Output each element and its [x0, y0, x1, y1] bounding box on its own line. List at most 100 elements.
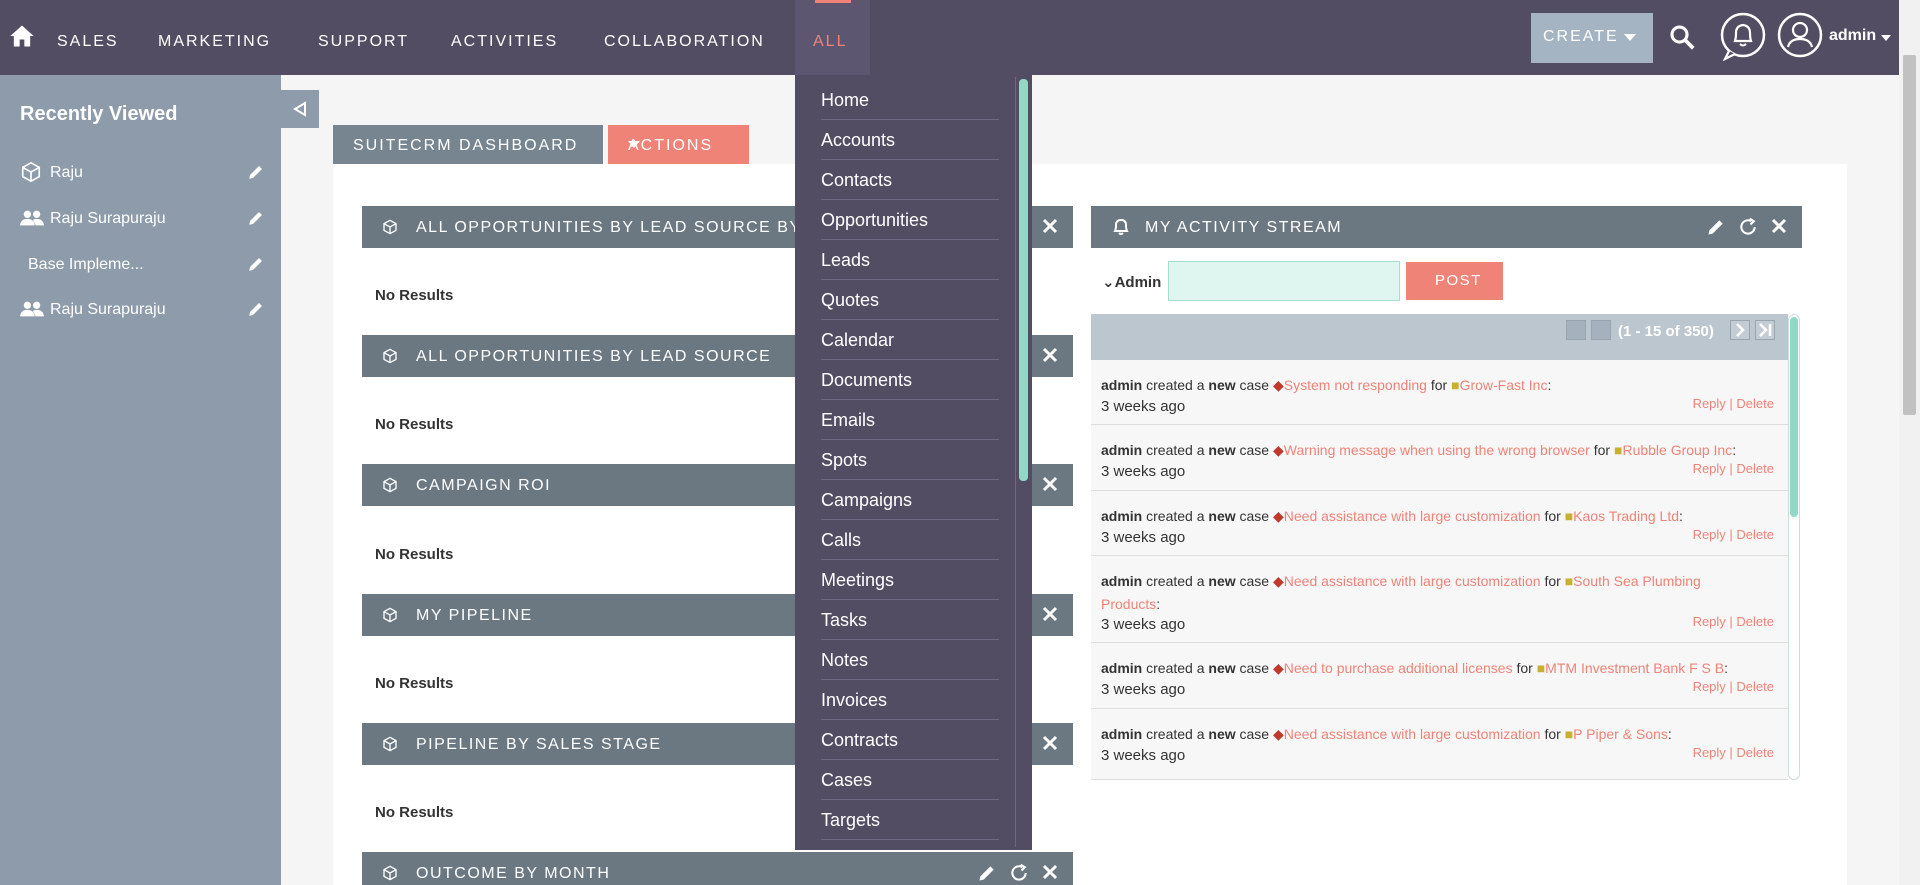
account-link[interactable]: Kaos Trading Ltd	[1573, 508, 1679, 524]
recently-viewed-label[interactable]: Raju	[50, 164, 83, 182]
menu-item-calendar[interactable]: Calendar	[821, 320, 999, 360]
sidebar-collapse-button[interactable]	[281, 90, 319, 128]
page-scrollbar-thumb[interactable]	[1903, 55, 1916, 415]
delete-link[interactable]: Delete	[1736, 679, 1774, 694]
reply-link[interactable]: Reply	[1693, 461, 1726, 476]
activity-user[interactable]: admin	[1101, 660, 1142, 676]
menu-item-emails[interactable]: Emails	[821, 400, 999, 440]
recently-viewed-label[interactable]: Raju Surapuraju	[50, 210, 166, 228]
recently-viewed-item[interactable]: Raju	[20, 161, 265, 185]
close-icon[interactable]	[1041, 475, 1059, 493]
activity-stream-admin[interactable]: ⌄Admin	[1102, 273, 1161, 291]
close-icon[interactable]	[1041, 346, 1059, 364]
case-link[interactable]: Need to purchase additional licenses	[1284, 660, 1513, 676]
account-link[interactable]: P Piper & Sons	[1573, 726, 1668, 742]
close-icon[interactable]	[1041, 863, 1059, 881]
reply-link[interactable]: Reply	[1693, 527, 1726, 542]
menu-item-quotes[interactable]: Quotes	[821, 280, 999, 320]
delete-link[interactable]: Delete	[1736, 461, 1774, 476]
menu-item-documents[interactable]: Documents	[821, 360, 999, 400]
refresh-icon[interactable]	[1009, 863, 1029, 883]
menu-item-notes[interactable]: Notes	[821, 640, 999, 680]
pencil-icon[interactable]	[247, 209, 265, 227]
recently-viewed-item[interactable]: Base Impleme...	[20, 253, 265, 277]
delete-link[interactable]: Delete	[1736, 614, 1774, 629]
reply-link[interactable]: Reply	[1693, 679, 1726, 694]
nav-item-support[interactable]: SUPPORT	[318, 33, 409, 51]
create-button[interactable]: CREATE	[1531, 13, 1653, 63]
case-link[interactable]: Need assistance with large customization	[1284, 726, 1541, 742]
case-link[interactable]: System not responding	[1284, 377, 1427, 393]
nav-item-all[interactable]: ALL	[813, 33, 847, 51]
activity-user[interactable]: admin	[1101, 377, 1142, 393]
next-page-button[interactable]	[1730, 320, 1750, 340]
account-link[interactable]: Rubble Group Inc	[1622, 442, 1732, 458]
menu-item-meetings[interactable]: Meetings	[821, 560, 999, 600]
menu-item-tasks[interactable]: Tasks	[821, 600, 999, 640]
post-button[interactable]: POST	[1406, 262, 1503, 300]
close-icon[interactable]	[1041, 605, 1059, 623]
tab-suitecrm-dashboard[interactable]: SUITECRM DASHBOARD	[333, 125, 603, 165]
case-link[interactable]: Warning message when using the wrong bro…	[1284, 442, 1590, 458]
reply-link[interactable]: Reply	[1693, 396, 1726, 411]
activity-user[interactable]: admin	[1101, 508, 1142, 524]
post-text-input[interactable]	[1168, 261, 1400, 301]
actions-button[interactable]: ACTIONS	[608, 125, 749, 165]
refresh-icon[interactable]	[1738, 217, 1758, 237]
search-icon[interactable]	[1667, 22, 1697, 52]
scrollbar-thumb[interactable]	[1790, 317, 1798, 517]
menu-item-spots[interactable]: Spots	[821, 440, 999, 480]
scrollbar-thumb[interactable]	[1019, 79, 1028, 481]
close-icon[interactable]	[1041, 734, 1059, 752]
recently-viewed-label[interactable]: Raju Surapuraju	[50, 301, 166, 319]
pencil-icon[interactable]	[977, 863, 997, 883]
reply-link[interactable]: Reply	[1693, 745, 1726, 760]
first-page-button[interactable]	[1566, 320, 1586, 340]
reply-link[interactable]: Reply	[1693, 614, 1726, 629]
nav-item-activities[interactable]: ACTIVITIES	[451, 33, 558, 51]
menu-item-leads[interactable]: Leads	[821, 240, 999, 280]
menu-item-opportunities[interactable]: Opportunities	[821, 200, 999, 240]
home-icon[interactable]	[8, 22, 36, 50]
menu-item-cases[interactable]: Cases	[821, 760, 999, 800]
notifications-bell-icon[interactable]	[1719, 11, 1767, 61]
pencil-icon[interactable]	[247, 163, 265, 181]
pencil-icon[interactable]	[247, 255, 265, 273]
account-link[interactable]: MTM Investment Bank F S B	[1545, 660, 1724, 676]
recently-viewed-item[interactable]: Raju Surapuraju	[20, 298, 265, 322]
case-link[interactable]: Need assistance with large customization	[1284, 573, 1541, 589]
menu-item-campaigns[interactable]: Campaigns	[821, 480, 999, 520]
close-icon[interactable]	[1770, 217, 1788, 235]
close-icon[interactable]	[1041, 217, 1059, 235]
recently-viewed-label[interactable]: Base Impleme...	[28, 256, 144, 274]
delete-link[interactable]: Delete	[1736, 527, 1774, 542]
previous-page-button[interactable]	[1591, 320, 1611, 340]
menu-item-accounts[interactable]: Accounts	[821, 120, 999, 160]
user-menu-chevron-icon[interactable]	[1881, 35, 1891, 41]
pencil-icon[interactable]	[1706, 217, 1726, 237]
menu-item-contracts[interactable]: Contracts	[821, 720, 999, 760]
nav-item-collaboration[interactable]: COLLABORATION	[604, 33, 765, 51]
delete-link[interactable]: Delete	[1736, 745, 1774, 760]
delete-link[interactable]: Delete	[1736, 396, 1774, 411]
nav-item-marketing[interactable]: MARKETING	[158, 33, 271, 51]
user-avatar-icon[interactable]	[1777, 12, 1823, 58]
case-link[interactable]: Need assistance with large customization	[1284, 508, 1541, 524]
nav-item-sales[interactable]: SALES	[57, 33, 119, 51]
menu-item-home[interactable]: Home	[821, 80, 999, 120]
activity-user[interactable]: admin	[1101, 726, 1142, 742]
activity-user[interactable]: admin	[1101, 573, 1142, 589]
account-link[interactable]: Grow-Fast Inc	[1460, 377, 1548, 393]
menu-item-targets[interactable]: Targets	[821, 800, 999, 840]
activity-user[interactable]: admin	[1101, 442, 1142, 458]
activity-stream-scrollbar[interactable]	[1788, 314, 1800, 780]
menu-item-calls[interactable]: Calls	[821, 520, 999, 560]
page-scrollbar[interactable]	[1899, 0, 1920, 885]
username-label[interactable]: admin	[1829, 27, 1876, 45]
menu-item-contacts[interactable]: Contacts	[821, 160, 999, 200]
dropdown-scrollbar[interactable]	[1015, 77, 1029, 847]
recently-viewed-item[interactable]: Raju Surapuraju	[20, 207, 265, 231]
last-page-button[interactable]	[1755, 320, 1775, 340]
pencil-icon[interactable]	[247, 300, 265, 318]
menu-item-invoices[interactable]: Invoices	[821, 680, 999, 720]
